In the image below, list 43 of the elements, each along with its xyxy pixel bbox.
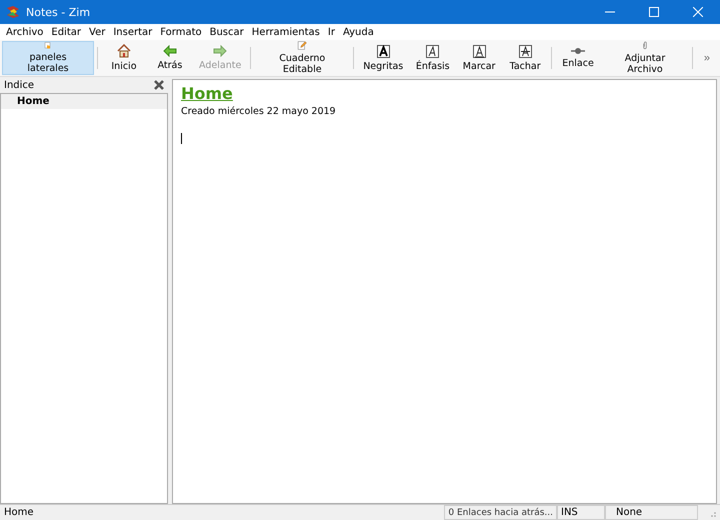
toolbar-button[interactable]: Énfasis [409, 41, 456, 75]
menu-item[interactable]: Editar [47, 26, 85, 38]
overflow-button[interactable]: » [696, 52, 718, 64]
arrow-left-icon [162, 45, 177, 57]
arrow-right-icon [213, 45, 228, 57]
backlinks-button[interactable]: 0 Enlaces hacia atrás... [444, 505, 557, 520]
window-title: Notes - Zim [26, 6, 90, 18]
strike-format-icon [518, 44, 532, 58]
toolbar-button[interactable]: Inicio [100, 41, 147, 75]
page-heading[interactable]: Home [181, 84, 708, 103]
toolbar-button[interactable]: Tachar [502, 41, 548, 75]
toolbar-button[interactable]: Enlace [555, 41, 602, 75]
menu-item[interactable]: Archivo [2, 26, 48, 38]
tree-item[interactable]: Home [1, 94, 167, 109]
bold-format-icon [376, 44, 390, 58]
text-cursor [181, 133, 182, 144]
pane-title: Indice [4, 80, 34, 90]
toolbar-button[interactable]: Adjuntar Archivo [601, 41, 689, 75]
toolbar-button[interactable]: Atrás [146, 41, 193, 75]
maximize-icon[interactable] [649, 7, 659, 17]
status-page: Home [3, 507, 34, 518]
menu-item[interactable]: Ver [85, 26, 110, 38]
italic-format-icon [426, 44, 440, 58]
link-icon [571, 47, 586, 55]
close-icon[interactable] [154, 80, 164, 90]
editor-area[interactable]: Home Creado miércoles 22 mayo 2019 [172, 79, 717, 504]
created-date: Creado miércoles 22 mayo 2019 [181, 106, 337, 117]
toolbar-button[interactable]: Negritas [357, 41, 410, 75]
menu-item[interactable]: Ayuda [338, 26, 378, 38]
menu-item[interactable]: Ir [324, 26, 339, 38]
menu-item[interactable]: Buscar [206, 26, 248, 38]
house-icon [116, 44, 131, 58]
app-logo-icon [6, 5, 20, 19]
toolbar-button[interactable]: Marcar [456, 41, 502, 75]
menu-item[interactable]: Formato [156, 26, 206, 38]
insert-mode: INS [557, 505, 605, 520]
paperclip-icon [640, 41, 649, 50]
toolbar-button[interactable]: paneles laterales [2, 41, 94, 75]
menu-item[interactable]: Insertar [109, 26, 156, 38]
toolbar-button[interactable]: Cuaderno Editable [254, 41, 350, 75]
menu-item[interactable]: Herramientas [248, 26, 324, 38]
style-field: None [605, 505, 698, 520]
mark-format-icon [472, 44, 486, 58]
